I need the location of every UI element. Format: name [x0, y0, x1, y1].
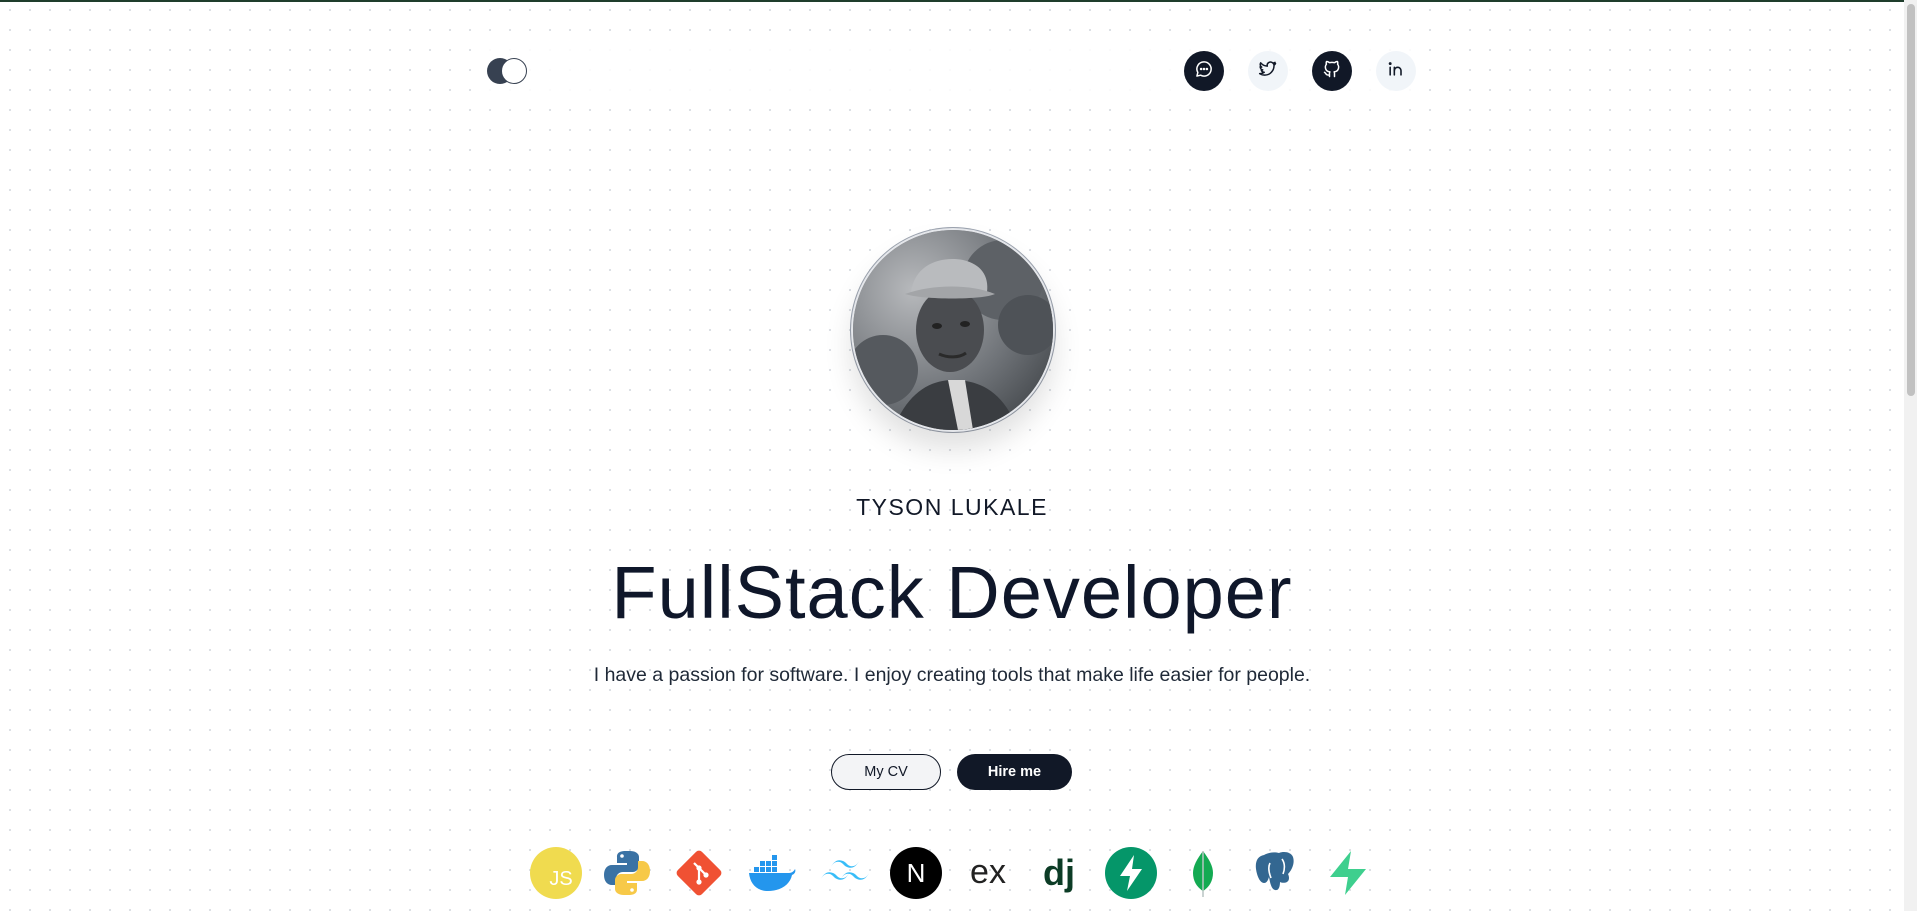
javascript-icon: JS: [530, 847, 582, 899]
chat-icon: [1194, 59, 1214, 84]
fastapi-icon: [1105, 847, 1157, 899]
my-cv-button[interactable]: My CV: [831, 754, 941, 790]
postgresql-icon: [1250, 847, 1302, 899]
tailwind-icon: [817, 847, 869, 899]
profile-tagline: I have a passion for software. I enjoy c…: [593, 664, 1311, 686]
svg-text:ex: ex: [970, 853, 1006, 891]
scrollbar-thumb[interactable]: [1907, 4, 1915, 396]
express-icon: ex: [962, 847, 1014, 899]
profile-headline: FullStack Developer: [611, 551, 1293, 634]
twitter-icon: [1258, 59, 1278, 84]
linkedin-button[interactable]: [1376, 51, 1416, 91]
django-icon: dj: [1033, 847, 1085, 899]
portfolio-page: TYSON LUKALE FullStack Developer I have …: [0, 0, 1917, 911]
nextjs-icon: N: [890, 847, 942, 899]
hire-me-button[interactable]: Hire me: [957, 754, 1072, 790]
python-icon: [601, 847, 653, 899]
mongodb-icon: [1177, 847, 1229, 899]
github-button[interactable]: [1312, 51, 1352, 91]
git-icon: [673, 847, 725, 899]
svg-text:dj: dj: [1043, 852, 1075, 893]
linkedin-icon: [1386, 59, 1406, 84]
svg-text:JS: JS: [549, 868, 572, 890]
logo-light-circle: [501, 58, 527, 84]
top-border: [0, 0, 1917, 2]
supabase-icon: [1322, 847, 1374, 899]
chat-button[interactable]: [1184, 51, 1224, 91]
theme-toggle-logo[interactable]: [487, 58, 529, 84]
vertical-scrollbar[interactable]: [1904, 0, 1917, 911]
twitter-button[interactable]: [1248, 51, 1288, 91]
profile-avatar: [851, 228, 1055, 432]
docker-icon: [745, 847, 797, 899]
svg-text:N: N: [907, 858, 926, 888]
profile-name: TYSON LUKALE: [856, 494, 1048, 520]
avatar-photo: [853, 230, 1053, 430]
github-icon: [1322, 59, 1342, 84]
